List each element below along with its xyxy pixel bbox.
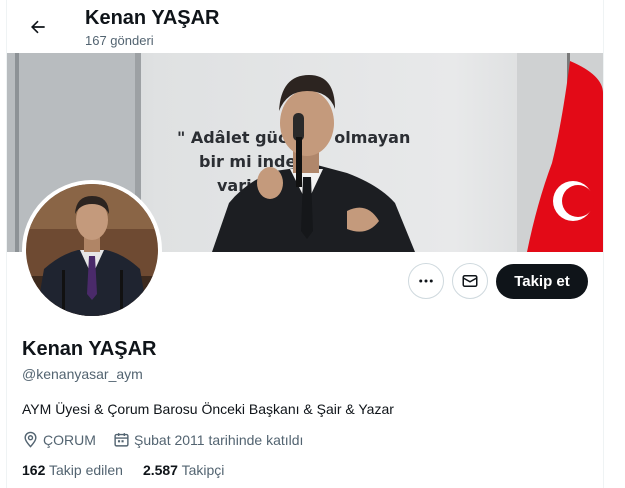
profile-location: ÇORUM bbox=[22, 431, 96, 448]
following-label: Takip edilen bbox=[49, 462, 123, 478]
followers-count: 2.587 bbox=[142, 462, 178, 478]
back-button[interactable] bbox=[21, 12, 55, 42]
header-title: Kenan YAŞAR bbox=[85, 7, 220, 29]
profile-name: Kenan YAŞAR bbox=[22, 338, 157, 360]
follow-stats: 162 Takip edilen 2.587 Takipçi bbox=[22, 462, 224, 478]
profile-avatar[interactable] bbox=[22, 180, 162, 320]
profile-header: Kenan YAŞAR 167 gönderi bbox=[7, 0, 603, 53]
message-button[interactable] bbox=[452, 263, 488, 299]
profile-joined: Şubat 2011 tarihinde katıldı bbox=[113, 431, 303, 448]
banner-wall-text-2: bir mi inde bbox=[199, 152, 296, 171]
more-horizontal-icon bbox=[419, 279, 433, 283]
follow-button[interactable]: Takip et bbox=[496, 264, 588, 299]
post-count: 167 gönderi bbox=[85, 33, 154, 48]
following-count: 162 bbox=[22, 462, 46, 478]
envelope-icon bbox=[462, 275, 478, 287]
avatar-photo bbox=[26, 184, 158, 316]
joined-text: Şubat 2011 tarihinde katıldı bbox=[134, 431, 304, 448]
following-link[interactable]: 162 Takip edilen bbox=[22, 462, 123, 478]
location-pin-icon bbox=[24, 431, 37, 448]
location-text: ÇORUM bbox=[43, 431, 96, 448]
profile-bio: AYM Üyesi & Çorum Barosu Önceki Başkanı … bbox=[22, 401, 394, 417]
followers-label: Takipçi bbox=[181, 462, 225, 478]
calendar-icon bbox=[114, 433, 129, 447]
profile-handle: @kenanyasar_aym bbox=[22, 366, 143, 382]
followers-link[interactable]: 2.587 Takipçi bbox=[143, 462, 224, 478]
more-button[interactable] bbox=[408, 263, 444, 299]
column-border-right bbox=[603, 0, 604, 488]
arrow-left-icon bbox=[31, 20, 45, 34]
